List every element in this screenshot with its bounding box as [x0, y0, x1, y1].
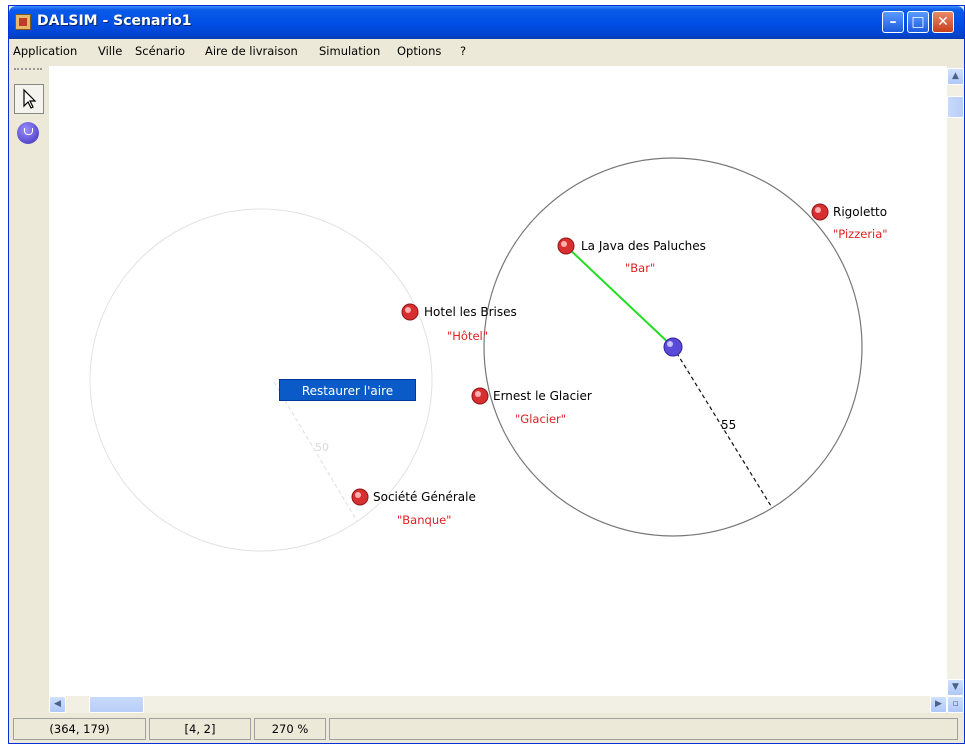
- active-area-radius-label: 55: [721, 418, 736, 432]
- menu-options[interactable]: Options: [397, 44, 441, 58]
- inactive-area-radius-label: 50: [315, 441, 329, 454]
- window-title: DALSIM - Scenario1: [37, 13, 192, 29]
- scroll-up-button[interactable]: ▲: [947, 68, 964, 85]
- scroll-corner: ▫: [947, 696, 964, 713]
- minimize-button[interactable]: –: [882, 11, 904, 33]
- tool-palette: [9, 63, 49, 691]
- place-type: "Pizzeria": [833, 227, 888, 241]
- toolbar-grip[interactable]: [14, 68, 42, 73]
- vertical-scroll-thumb[interactable]: [947, 96, 964, 118]
- menu-help[interactable]: ?: [460, 44, 466, 58]
- menu-aire-de-livraison[interactable]: Aire de livraison: [205, 44, 298, 58]
- menu-application[interactable]: Application: [13, 44, 77, 58]
- menu-ville[interactable]: Ville: [98, 44, 122, 58]
- menu-scenario[interactable]: Scénario: [135, 44, 185, 58]
- status-cell: [4, 2]: [149, 718, 251, 740]
- select-tool-button[interactable]: [14, 84, 44, 114]
- scroll-down-button[interactable]: ▼: [947, 679, 964, 696]
- menu-simulation[interactable]: Simulation: [319, 44, 380, 58]
- app-window: DALSIM - Scenario1 – □ ✕ Application Vil…: [8, 5, 965, 744]
- place-type: "Bar": [625, 261, 655, 275]
- horizontal-scroll-thumb[interactable]: [89, 696, 144, 713]
- marker-highlight: [405, 307, 411, 313]
- place-name: La Java des Paluches: [581, 239, 706, 253]
- connection-line: [565, 245, 674, 348]
- place-societe-generale[interactable]: Société Générale "Banque": [351, 488, 476, 527]
- place-name: Rigoletto: [833, 205, 887, 219]
- place-type: "Banque": [397, 513, 451, 527]
- status-zoom: 270 %: [254, 718, 326, 740]
- map-canvas[interactable]: 50 55 Rigoletto "Pizzeria" La Java des P…: [49, 66, 947, 698]
- restore-area-menu-item[interactable]: Restaurer l'aire: [279, 379, 416, 401]
- scroll-right-button[interactable]: ▶: [930, 696, 947, 713]
- place-name: Ernest le Glacier: [493, 389, 592, 403]
- place-type: "Hôtel": [447, 329, 488, 343]
- marker-highlight: [355, 492, 361, 498]
- menu-bar: Application Ville Scénario Aire de livra…: [9, 39, 964, 63]
- marker-highlight: [815, 207, 821, 213]
- app-icon: [15, 14, 31, 30]
- place-name: Société Générale: [373, 490, 476, 504]
- place-hotel-les-brises[interactable]: Hotel les Brises "Hôtel": [401, 303, 517, 343]
- scroll-left-button[interactable]: ◀: [49, 696, 66, 713]
- map-svg: 50 55 Rigoletto "Pizzeria" La Java des P…: [89, 157, 888, 552]
- cursor-arrow-icon: [23, 88, 37, 109]
- horizontal-scrollbar[interactable]: ◀ ▶: [49, 696, 947, 713]
- title-bar[interactable]: DALSIM - Scenario1 – □ ✕: [9, 6, 964, 39]
- area-center-node-highlight: [667, 341, 673, 347]
- area-center-node-icon[interactable]: [663, 337, 683, 357]
- vertical-scrollbar[interactable]: ▲ ▼: [947, 68, 964, 696]
- status-message: [329, 718, 958, 740]
- place-la-java-des-paluches[interactable]: La Java des Paluches "Bar": [557, 237, 706, 275]
- zoom-fit-button[interactable]: ▫: [947, 696, 964, 713]
- marker-highlight: [475, 391, 481, 397]
- maximize-button[interactable]: □: [907, 11, 929, 33]
- status-coordinates: (364, 179): [13, 718, 146, 740]
- marker-highlight: [561, 241, 567, 247]
- close-button[interactable]: ✕: [932, 11, 954, 33]
- status-bar: (364, 179) [4, 2] 270 %: [9, 715, 964, 743]
- place-type: "Glacier": [515, 412, 566, 426]
- place-name: Hotel les Brises: [424, 305, 517, 319]
- place-rigoletto[interactable]: Rigoletto "Pizzeria": [811, 203, 888, 241]
- area-node-tool-button[interactable]: [17, 122, 39, 144]
